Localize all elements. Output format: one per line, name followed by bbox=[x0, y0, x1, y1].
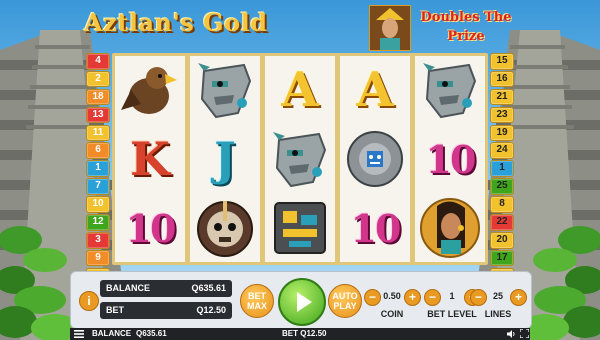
payline-marker-left-2: 2 bbox=[86, 70, 110, 88]
payline-marker-right-16: 16 bbox=[490, 70, 514, 88]
lines-label: LINES bbox=[484, 309, 512, 319]
menu-icon[interactable] bbox=[74, 330, 84, 338]
game-title-logo: Aztlan's Gold bbox=[84, 8, 268, 37]
symbol-mask-icon bbox=[415, 56, 485, 124]
coin-label: COIN bbox=[380, 309, 404, 319]
play-icon bbox=[297, 292, 312, 312]
status-bet: BET Q12.50 bbox=[282, 329, 327, 338]
status-bar: BALANCE Q635.61 BET Q12.50 bbox=[70, 328, 530, 340]
payline-marker-left-12: 12 bbox=[86, 214, 110, 231]
status-balance-value: Q635.61 bbox=[136, 329, 167, 338]
bet-max-line-1: BET bbox=[248, 291, 266, 301]
symbol-sun-stone-icon bbox=[340, 125, 410, 193]
auto-play-button[interactable]: AUTO PLAY bbox=[328, 284, 362, 318]
payline-marker-left-7: 7 bbox=[86, 178, 110, 195]
bet-value: Q12.50 bbox=[196, 305, 226, 315]
bet-max-line-2: MAX bbox=[247, 301, 267, 311]
symbol-eagle-icon bbox=[115, 56, 185, 124]
payline-marker-left-10: 10 bbox=[86, 196, 110, 213]
symbol-a: A bbox=[356, 62, 394, 118]
right-jungle-foliage bbox=[521, 226, 600, 340]
bet-max-button[interactable]: BET MAX bbox=[240, 284, 274, 318]
balance-label: BALANCE bbox=[106, 283, 150, 293]
lines-value: 25 bbox=[492, 291, 503, 301]
lines-stepper: − 25 + bbox=[470, 289, 527, 306]
payline-marker-right-21: 21 bbox=[490, 88, 514, 106]
symbol-10: 10 bbox=[425, 136, 477, 182]
fullscreen-icon[interactable] bbox=[520, 329, 529, 338]
bet-level-value: 1 bbox=[449, 291, 455, 301]
reel-2: J bbox=[190, 56, 260, 262]
status-balance-label: BALANCE bbox=[92, 329, 132, 338]
symbol-skull-icon bbox=[190, 194, 260, 262]
symbol-10: 10 bbox=[125, 205, 177, 251]
auto-play-line-2: PLAY bbox=[333, 301, 357, 311]
symbol-princess-icon bbox=[415, 194, 485, 262]
payline-marker-right-1: 1 bbox=[490, 160, 514, 177]
payline-marker-right-19: 19 bbox=[490, 124, 514, 142]
promo-banner: Doubles The Prize bbox=[413, 8, 519, 46]
payline-marker-right-8: 8 bbox=[490, 196, 514, 213]
bet-level-decrease-button[interactable]: − bbox=[424, 289, 441, 306]
balance-value: Q635.61 bbox=[191, 283, 226, 293]
info-button[interactable]: i bbox=[79, 291, 99, 311]
auto-play-line-1: AUTO bbox=[332, 291, 358, 301]
bet-display: BET Q12.50 bbox=[100, 302, 232, 319]
symbol-k: K bbox=[130, 132, 170, 186]
payline-marker-right-22: 22 bbox=[490, 214, 514, 231]
payline-marker-right-25: 25 bbox=[490, 178, 514, 195]
left-payline-markers: 421813116171012395 bbox=[86, 53, 110, 286]
payline-marker-left-11: 11 bbox=[86, 124, 110, 142]
payline-marker-right-24: 24 bbox=[490, 142, 514, 160]
symbol-a: A bbox=[281, 62, 319, 118]
slot-game-stage: Aztlan's Gold Doubles The Prize 4 2 18 13 11… bbox=[0, 0, 600, 340]
speaker-icon[interactable] bbox=[506, 329, 516, 339]
symbol-mask-icon bbox=[190, 56, 260, 124]
coin-value: 0.50 bbox=[383, 291, 401, 301]
reel-5: 10 bbox=[415, 56, 485, 262]
aztec-queen-portrait bbox=[369, 5, 411, 51]
reel-area: K 10 J A A 10 10 bbox=[112, 53, 488, 265]
reel-4: A 10 bbox=[340, 56, 410, 262]
payline-marker-right-15: 15 bbox=[490, 53, 514, 70]
symbol-mask-icon bbox=[265, 125, 335, 193]
payline-marker-left-9: 9 bbox=[86, 249, 110, 267]
reel-1: K 10 bbox=[115, 56, 185, 262]
balance-display: BALANCE Q635.61 bbox=[100, 280, 232, 297]
promo-line-2: Prize bbox=[447, 29, 485, 44]
payline-marker-right-20: 20 bbox=[490, 231, 514, 249]
coin-increase-button[interactable]: + bbox=[404, 289, 421, 306]
symbol-10: 10 bbox=[350, 205, 402, 251]
promo-line-1: Doubles The bbox=[420, 10, 512, 25]
payline-marker-left-3: 3 bbox=[86, 231, 110, 249]
info-icon: i bbox=[87, 294, 91, 308]
left-jungle-foliage bbox=[0, 226, 79, 340]
payline-marker-right-23: 23 bbox=[490, 106, 514, 124]
lines-increase-button[interactable]: + bbox=[510, 289, 527, 306]
coin-stepper: − 0.50 + bbox=[364, 289, 421, 306]
symbol-idol-icon bbox=[265, 194, 335, 262]
payline-marker-left-4: 4 bbox=[86, 53, 110, 70]
payline-marker-left-1: 1 bbox=[86, 160, 110, 177]
payline-marker-left-6: 6 bbox=[86, 142, 110, 160]
symbol-j: J bbox=[214, 132, 236, 186]
lines-decrease-button[interactable]: − bbox=[470, 289, 487, 306]
right-payline-markers: 151621231924125822201714 bbox=[490, 53, 514, 286]
coin-decrease-button[interactable]: − bbox=[364, 289, 381, 306]
payline-marker-left-18: 18 bbox=[86, 88, 110, 106]
spin-button[interactable] bbox=[278, 278, 326, 326]
payline-marker-left-13: 13 bbox=[86, 106, 110, 124]
payline-marker-right-17: 17 bbox=[490, 249, 514, 267]
reel-3: A bbox=[265, 56, 335, 262]
bet-label: BET bbox=[106, 305, 124, 315]
